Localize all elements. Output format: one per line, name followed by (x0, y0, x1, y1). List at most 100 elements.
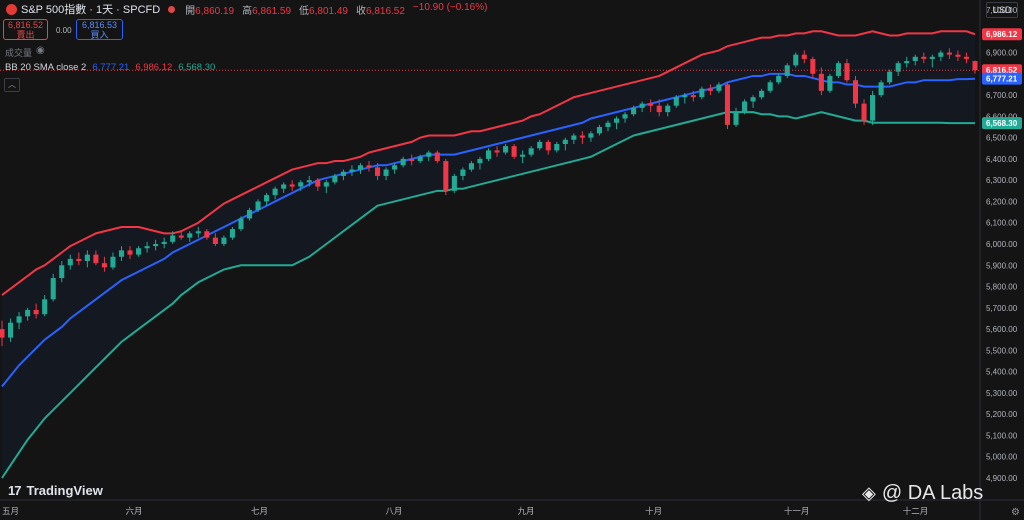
volume-label[interactable]: 成交量 (5, 46, 32, 59)
candle-body (870, 95, 876, 121)
sell-label: 賣出 (16, 30, 35, 40)
sell-button[interactable]: 6,816.52 賣出 (3, 19, 48, 40)
candle-body (306, 180, 312, 183)
candle-body (144, 246, 150, 249)
candle-body (332, 175, 338, 183)
candle-body (955, 54, 961, 57)
candle-body (434, 152, 440, 162)
candle-body (810, 58, 816, 74)
candle-body (315, 180, 321, 187)
candle-body (648, 103, 654, 106)
candle-body (375, 167, 381, 176)
candle-body (750, 97, 756, 102)
candle-body (383, 169, 389, 176)
y-tick-label: 4,900.00 (986, 474, 1018, 483)
candle-body (50, 278, 56, 300)
candle-body (588, 133, 594, 138)
candle-body (76, 258, 82, 262)
candle-body (742, 101, 748, 113)
candle-body (16, 316, 22, 323)
candle-body (733, 112, 739, 125)
candle-body (929, 56, 935, 59)
candle-body (503, 146, 509, 153)
y-tick-label: 6,100.00 (986, 219, 1018, 228)
candle-body (545, 141, 551, 151)
collapse-legend-button[interactable]: ︿ (4, 78, 20, 92)
candle-body (639, 103, 645, 108)
settings-gear-icon[interactable]: ⚙ (1011, 507, 1020, 518)
ohlc-low: 低6,801.49 (299, 5, 348, 17)
ohlc-close: 收6,816.52 (355, 5, 405, 17)
candle-body (605, 122, 611, 127)
candle-body (673, 97, 679, 106)
y-tick-label: 5,100.00 (986, 431, 1018, 440)
candle-body (93, 254, 99, 264)
x-tick-label: 十二月 (903, 506, 929, 516)
candle-body (724, 84, 731, 125)
candle-body (451, 175, 457, 191)
buy-price: 6,816.53 (81, 20, 118, 30)
upper-price-tag: 6,986.12 (986, 30, 1018, 39)
eye-icon[interactable]: ◉ (36, 45, 45, 56)
candle-body (246, 209, 253, 219)
candle-body (161, 241, 167, 244)
candle-body (0, 329, 5, 338)
candle-body (946, 52, 952, 55)
y-tick-label: 6,300.00 (986, 176, 1018, 185)
candle-body (392, 165, 398, 170)
watermark: ◈ @ DA Labs (862, 482, 984, 504)
candle-body (238, 218, 244, 230)
y-tick-label: 5,300.00 (986, 389, 1018, 398)
price-chart[interactable]: 4,900.00 5,000.00 5,100.00 5,200.00 5,300.00… (0, 0, 1024, 520)
bb-basis-value: 6,777.21 (92, 62, 130, 73)
candle-body (349, 169, 355, 172)
candle-body (494, 150, 500, 153)
candle-body (443, 161, 449, 191)
y-tick-label: 5,400.00 (986, 368, 1018, 377)
tradingview-logo[interactable]: 17 TradingView (8, 483, 103, 498)
candle-body (426, 152, 432, 157)
y-tick-label: 6,700.00 (986, 91, 1018, 100)
candle-body (776, 75, 782, 83)
candle-body (690, 95, 696, 98)
candle-body (972, 61, 978, 71)
candle-body (281, 184, 287, 189)
y-tick-label: 6,900.00 (986, 49, 1018, 58)
candle-body (844, 63, 850, 81)
candle-body (340, 171, 346, 176)
candle-body (59, 265, 65, 279)
x-tick-label: 六月 (126, 506, 143, 516)
candle-body (511, 146, 517, 157)
candle-body (938, 52, 944, 57)
sell-price: 6,816.52 (7, 20, 44, 30)
candle-body (861, 103, 867, 121)
candle-body (264, 195, 270, 202)
candle-body (136, 248, 142, 255)
candle-body (417, 156, 423, 162)
candle-body (178, 235, 184, 238)
candle-body (221, 237, 227, 244)
candle-body (707, 88, 713, 91)
bb-legend[interactable]: BB 20 SMA close 2 6,777.21 6,986.12 6,56… (5, 62, 215, 73)
x-tick-label: 十一月 (784, 506, 810, 516)
lower-price-tag: 6,568.30 (986, 119, 1018, 128)
candle-body (801, 54, 807, 59)
candle-body (229, 229, 235, 238)
candle-body (409, 158, 415, 162)
currency-button[interactable]: USD (986, 2, 1018, 18)
bb-name: BB 20 SMA close 2 (5, 62, 87, 73)
candle-body (187, 233, 193, 238)
candle-body (357, 165, 364, 170)
y-tick-label: 5,700.00 (986, 304, 1018, 313)
candle-body (682, 95, 688, 98)
candle-body (118, 250, 125, 257)
y-tick-label: 5,900.00 (986, 261, 1018, 270)
x-tick-label: 五月 (2, 506, 19, 516)
symbol-title[interactable]: S&P 500指數 · 1天 · SPCFD (21, 1, 160, 17)
buy-button[interactable]: 6,816.53 買入 (76, 19, 123, 40)
bb-upper-value: 6,986.12 (135, 62, 173, 73)
candle-body (571, 135, 577, 140)
candle-body (33, 309, 39, 315)
y-tick-label: 6,200.00 (986, 197, 1018, 206)
candle-body (554, 144, 560, 151)
